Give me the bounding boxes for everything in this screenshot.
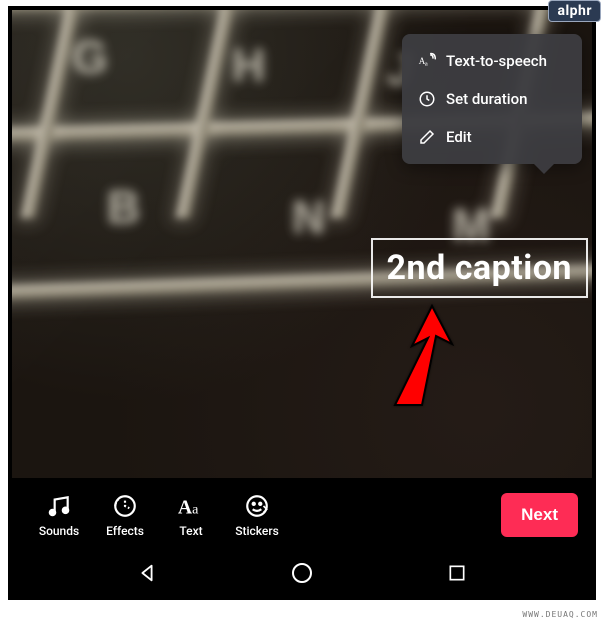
popup-item-label: Edit [446, 128, 472, 146]
triangle-back-icon [136, 562, 158, 584]
edit-option[interactable]: Edit [402, 118, 582, 156]
effects-icon [111, 492, 139, 520]
edit-icon [418, 128, 436, 146]
android-nav-bar [12, 550, 592, 596]
tool-label: Sounds [39, 524, 79, 538]
music-note-icon [45, 492, 73, 520]
svg-text:a: a [192, 502, 199, 518]
next-button[interactable]: Next [501, 493, 578, 537]
text-to-speech-icon: A a [418, 52, 436, 70]
effects-button[interactable]: Effects [92, 492, 158, 538]
stickers-button[interactable]: Stickers [224, 492, 290, 538]
sounds-button[interactable]: Sounds [26, 492, 92, 538]
popup-item-label: Text-to-speech [446, 52, 547, 70]
sticker-icon [243, 492, 271, 520]
square-recents-icon [447, 563, 467, 583]
clock-icon [418, 90, 436, 108]
watermark: WWW.DEUAQ.COM [522, 610, 598, 619]
svg-text:A: A [178, 498, 192, 519]
popup-item-label: Set duration [446, 90, 527, 108]
text-icon: A a [177, 492, 205, 520]
video-preview: GHJ BNM A a Text-to-speech [12, 10, 592, 478]
set-duration-option[interactable]: Set duration [402, 80, 582, 118]
tool-label: Stickers [235, 524, 279, 538]
recents-button[interactable] [437, 553, 477, 593]
circle-home-icon [290, 561, 314, 585]
text-to-speech-option[interactable]: A a Text-to-speech [402, 42, 582, 80]
text-button[interactable]: A a Text [158, 492, 224, 538]
tool-label: Effects [106, 524, 144, 538]
caption-text-box[interactable]: 2nd caption [371, 238, 588, 298]
editor-toolbar: Sounds Effects A a Text [12, 478, 592, 552]
home-button[interactable] [282, 553, 322, 593]
source-badge: alphr [548, 0, 601, 22]
tool-label: Text [179, 524, 202, 538]
svg-text:a: a [425, 61, 428, 68]
text-options-popup: A a Text-to-speech Set duration [402, 34, 582, 164]
screenshot-frame: GHJ BNM A a Text-to-speech [8, 6, 596, 600]
back-button[interactable] [127, 553, 167, 593]
